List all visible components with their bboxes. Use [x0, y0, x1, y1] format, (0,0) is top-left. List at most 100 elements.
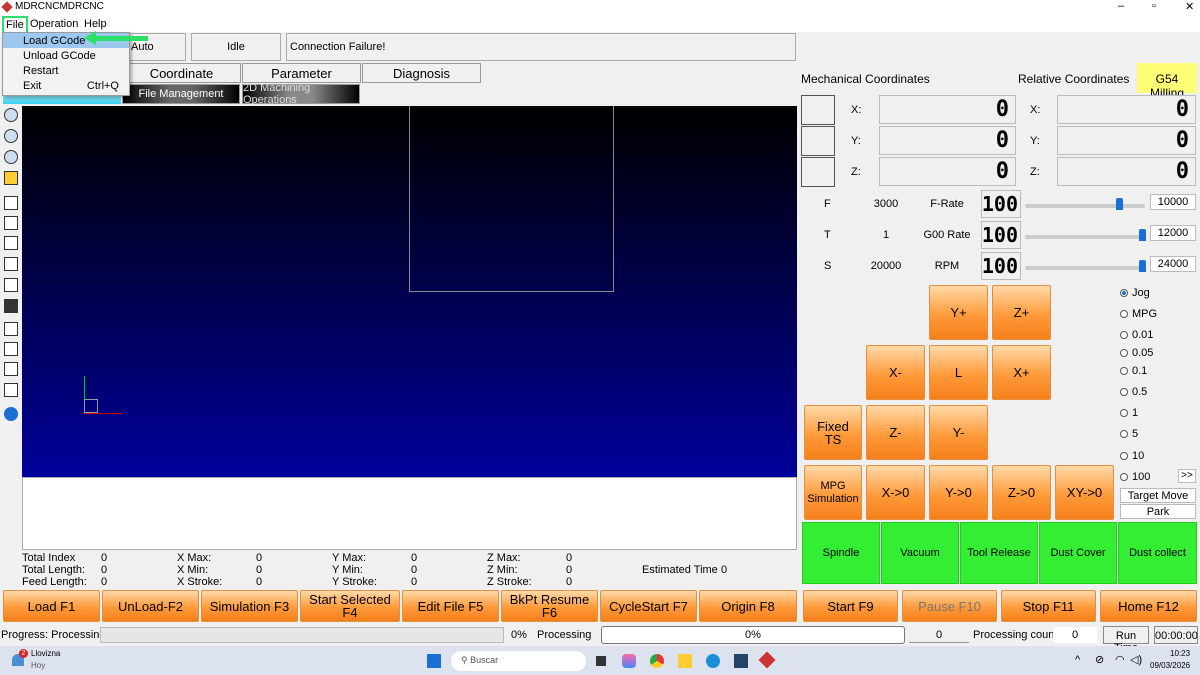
store-icon[interactable] [734, 654, 748, 668]
volume-icon[interactable]: ◁) [1130, 653, 1142, 666]
jog-mode-radio[interactable]: 0.5 [1120, 386, 1147, 398]
tab-diagnosis[interactable]: Diagnosis [362, 63, 481, 83]
view-back-icon[interactable] [4, 216, 18, 230]
jog-x-plus[interactable]: X+ [992, 345, 1051, 400]
network-icon[interactable]: ⊘ [1095, 653, 1104, 666]
chrome-icon[interactable] [650, 654, 664, 668]
menu-operation[interactable]: Operation [30, 18, 78, 30]
slider-thumb[interactable] [1116, 198, 1124, 210]
cycle-start-button[interactable]: CycleStart F7 [600, 590, 697, 622]
bkpt-resume-button[interactable]: BkPt Resume F6 [501, 590, 598, 622]
edge-icon[interactable] [706, 654, 720, 668]
slider-thumb[interactable] [1139, 260, 1146, 272]
vacuum-button[interactable]: Vacuum [881, 522, 959, 584]
radio-circle[interactable] [1120, 430, 1128, 438]
jog-mode-radio[interactable]: 0.05 [1120, 347, 1153, 359]
subtab-file-management[interactable]: File Management [122, 84, 240, 104]
jog-mode-radio[interactable]: 0.1 [1120, 365, 1147, 377]
rate-max[interactable]: 24000 [1150, 256, 1196, 272]
jog-mode-radio[interactable]: MPG [1120, 308, 1157, 320]
taskview-icon[interactable] [596, 656, 606, 666]
clear-icon[interactable] [4, 171, 18, 185]
start-button[interactable]: Start F9 [803, 590, 898, 622]
jog-l[interactable]: L [929, 345, 988, 400]
zoom-out-icon[interactable] [4, 129, 18, 143]
view-right-icon[interactable] [4, 257, 18, 271]
park-button[interactable]: Park [1120, 504, 1196, 519]
rate-max[interactable]: 10000 [1150, 194, 1196, 210]
home-z-button[interactable] [801, 157, 835, 187]
unload-button[interactable]: UnLoad-F2 [102, 590, 199, 622]
pause-button[interactable]: Pause F10 [902, 590, 997, 622]
more-button[interactable]: >> [1178, 469, 1196, 483]
x-to-zero-button[interactable]: X->0 [866, 465, 925, 520]
simulation-button[interactable]: Simulation F3 [201, 590, 298, 622]
dust-collect-button[interactable]: Dust collect [1118, 522, 1197, 584]
radio-circle[interactable] [1120, 409, 1128, 417]
gcode-viewport[interactable] [22, 106, 797, 477]
rate-slider[interactable] [1025, 198, 1145, 210]
jog-mode-radio[interactable]: 10 [1120, 450, 1144, 462]
radio-circle[interactable] [1120, 367, 1128, 375]
start-selected-button[interactable]: Start Selected F4 [300, 590, 400, 622]
view-iso3-icon[interactable] [4, 362, 18, 376]
home-button[interactable]: Home F12 [1100, 590, 1197, 622]
maximize-button[interactable]: ▫ [1152, 0, 1156, 12]
jog-y-minus[interactable]: Y- [929, 405, 988, 460]
dust-cover-button[interactable]: Dust Cover [1039, 522, 1117, 584]
jog-mode-radio[interactable]: Jog [1120, 287, 1150, 299]
radio-circle[interactable] [1120, 388, 1128, 396]
tab-parameter[interactable]: Parameter [242, 63, 361, 83]
jog-mode-radio[interactable]: 5 [1120, 428, 1138, 440]
taskbar-search[interactable]: ⚲ Buscar [451, 651, 586, 671]
clock-time[interactable]: 10:23 [1170, 649, 1190, 658]
zoom-in-icon[interactable] [4, 108, 18, 122]
view-front-icon[interactable] [4, 196, 18, 210]
rate-max[interactable]: 12000 [1150, 225, 1196, 241]
rate-slider[interactable] [1025, 260, 1146, 272]
mpg-simulation-button[interactable]: MPG Simulation [804, 465, 862, 520]
tab-coordinate[interactable]: Coordinate [122, 63, 241, 83]
view-iso4-icon[interactable] [4, 383, 18, 397]
view-iso2-icon[interactable] [4, 342, 18, 356]
radio-circle[interactable] [1120, 473, 1128, 481]
menu-item-exit[interactable]: Exit Ctrl+Q [3, 78, 129, 93]
radio-circle[interactable] [1120, 310, 1128, 318]
menu-item-restart[interactable]: Restart [3, 63, 129, 78]
stop-button[interactable]: Stop F11 [1001, 590, 1096, 622]
view-top-icon[interactable] [4, 278, 18, 292]
close-button[interactable]: ✕ [1185, 0, 1194, 13]
origin-button[interactable]: Origin F8 [699, 590, 797, 622]
rate-slider[interactable] [1025, 229, 1146, 241]
cnc-app-icon[interactable] [758, 651, 776, 669]
radio-circle[interactable] [1120, 331, 1128, 339]
z-to-zero-button[interactable]: Z->0 [992, 465, 1051, 520]
subtab-2d-machining[interactable]: 2D Machining Operations [242, 82, 360, 106]
jog-mode-radio[interactable]: 100 [1120, 471, 1150, 483]
zoom-fit-icon[interactable] [4, 150, 18, 164]
menu-item-unload-gcode[interactable]: Unload GCode [3, 48, 129, 63]
load-button[interactable]: Load F1 [3, 590, 100, 622]
wifi-icon[interactable]: ◠ [1115, 653, 1125, 666]
info-icon[interactable] [4, 407, 18, 421]
jog-z-minus[interactable]: Z- [866, 405, 925, 460]
clock-date[interactable]: 09/03/2026 [1150, 661, 1190, 670]
start-icon[interactable] [427, 654, 441, 668]
radio-circle[interactable] [1120, 289, 1128, 297]
copilot-icon[interactable] [622, 654, 636, 668]
radio-circle[interactable] [1120, 349, 1128, 357]
radio-circle[interactable] [1120, 452, 1128, 460]
minimize-button[interactable]: – [1118, 0, 1124, 12]
menu-help[interactable]: Help [84, 18, 107, 30]
spindle-button[interactable]: Spindle [802, 522, 880, 584]
tray-chevron-icon[interactable]: ^ [1075, 654, 1080, 666]
jog-x-minus[interactable]: X- [866, 345, 925, 400]
view-iso1-icon[interactable] [4, 322, 18, 336]
target-move-button[interactable]: Target Move [1120, 488, 1196, 503]
home-x-button[interactable] [801, 95, 835, 125]
tool-release-button[interactable]: Tool Release [960, 522, 1038, 584]
xy-to-zero-button[interactable]: XY->0 [1055, 465, 1114, 520]
jog-mode-radio[interactable]: 1 [1120, 407, 1138, 419]
y-to-zero-button[interactable]: Y->0 [929, 465, 988, 520]
jog-z-plus[interactable]: Z+ [992, 285, 1051, 340]
